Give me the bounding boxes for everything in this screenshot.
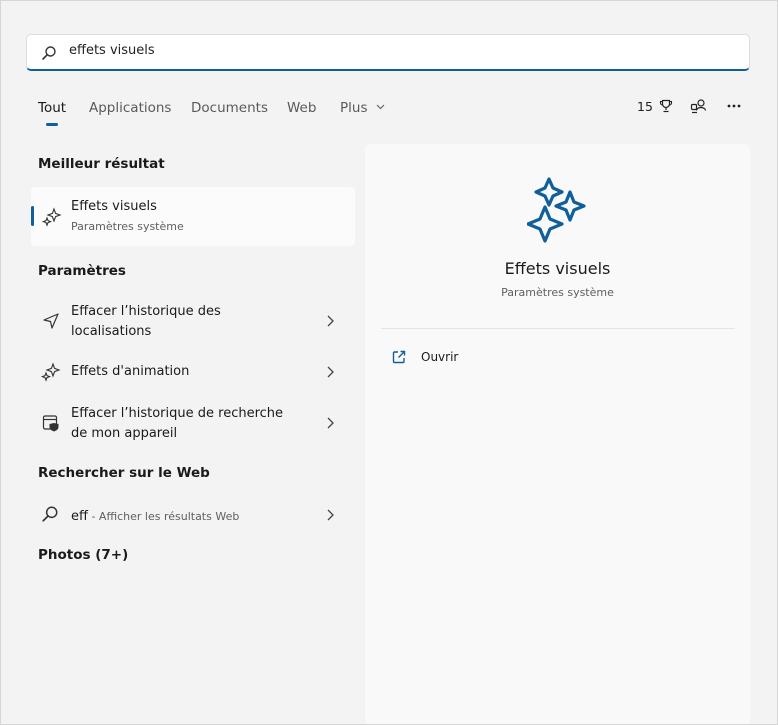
- web-search-query: eff: [71, 509, 88, 524]
- preview-pane: Effets visuels Paramètres système Ouvrir: [365, 144, 750, 724]
- search-input[interactable]: [67, 42, 671, 59]
- section-best-result: Meilleur résultat: [38, 156, 165, 172]
- sparkle-icon: [42, 207, 62, 227]
- web-search-suffix: - Afficher les résultats Web: [87, 510, 240, 523]
- settings-item-clear-search-history[interactable]: Effacer l’historique de recherche de mon…: [31, 403, 355, 447]
- location-arrow-icon: [43, 313, 59, 329]
- visual-effects-sparkle-icon: [527, 177, 586, 243]
- active-tab-indicator: [46, 123, 58, 126]
- tab-documents[interactable]: Documents: [191, 100, 268, 116]
- tab-more-label: Plus: [340, 100, 368, 116]
- tab-more[interactable]: Plus: [340, 100, 385, 116]
- tab-applications[interactable]: Applications: [89, 100, 171, 116]
- settings-item-label-line1: Effacer l’historique de recherche: [71, 406, 284, 421]
- settings-item-animation-effects[interactable]: Effets d'animation: [31, 361, 355, 383]
- preview-title: Effets visuels: [504, 259, 611, 278]
- best-result-subtitle: Paramètres système: [71, 220, 184, 233]
- open-action-label: Ouvrir: [421, 350, 459, 364]
- settings-item-clear-location[interactable]: Effacer l’historique des localisations: [31, 301, 355, 345]
- chevron-right-icon: [327, 417, 334, 429]
- tab-web[interactable]: Web: [287, 100, 316, 116]
- rewards-points[interactable]: 15: [637, 99, 673, 114]
- chevron-right-icon: [327, 315, 334, 327]
- settings-item-label-line2: localisations: [71, 324, 152, 339]
- web-search-label: eff - Afficher les résultats Web: [71, 505, 239, 527]
- account-switch-icon[interactable]: [690, 98, 707, 115]
- section-photos[interactable]: Photos (7+): [38, 547, 128, 563]
- selection-indicator: [31, 206, 34, 226]
- section-settings: Paramètres: [38, 263, 126, 279]
- more-options-icon[interactable]: [727, 104, 741, 108]
- rewards-count: 15: [637, 99, 653, 114]
- open-external-icon: [392, 350, 406, 364]
- web-search-result[interactable]: eff - Afficher les résultats Web: [31, 504, 355, 526]
- search-icon: [42, 46, 56, 60]
- history-shield-icon: [42, 415, 59, 432]
- start-search-window: Tout Applications Documents Web Plus 15 …: [0, 0, 778, 725]
- section-web-search: Rechercher sur le Web: [38, 465, 210, 481]
- trophy-icon: [659, 99, 672, 113]
- settings-item-label-line1: Effacer l’historique des: [71, 304, 221, 319]
- preview-subtitle: Paramètres système: [501, 286, 614, 299]
- best-result-title: Effets visuels: [71, 199, 157, 214]
- chevron-right-icon: [327, 509, 334, 521]
- settings-item-label: Effets d'animation: [71, 364, 190, 379]
- chevron-down-icon: [376, 104, 385, 110]
- search-icon: [42, 506, 58, 522]
- best-result-item[interactable]: Effets visuels Paramètres système: [31, 187, 355, 246]
- settings-item-label-line2: de mon appareil: [71, 426, 178, 441]
- sparkle-icon: [41, 362, 61, 382]
- search-box[interactable]: [26, 34, 750, 71]
- chevron-right-icon: [327, 366, 334, 378]
- preview-divider: [381, 328, 735, 329]
- tab-all[interactable]: Tout: [38, 100, 66, 116]
